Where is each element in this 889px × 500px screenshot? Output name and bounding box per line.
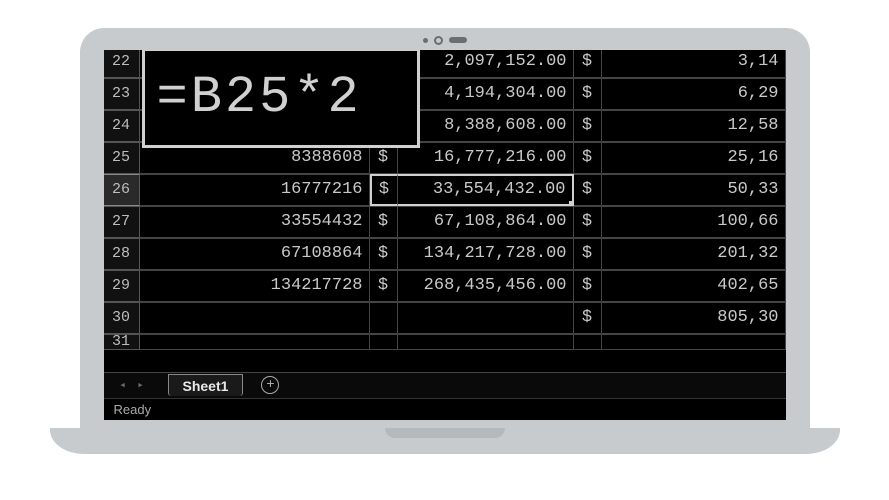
cell-F29[interactable]: 402,65 xyxy=(602,270,786,302)
cam-led-icon xyxy=(423,38,428,43)
cell-C31[interactable] xyxy=(370,334,398,350)
cell-D30[interactable] xyxy=(398,302,574,334)
cell-C28[interactable]: $ xyxy=(370,238,398,270)
cell-F24[interactable]: 12,58 xyxy=(602,110,786,142)
cell-D23[interactable]: 4,194,304.00 xyxy=(398,78,574,110)
table-row: 2867108864$134,217,728.00$201,32 xyxy=(104,238,786,270)
cell-D22[interactable]: 2,097,152.00 xyxy=(398,50,574,78)
cell-E30[interactable]: $ xyxy=(574,302,602,334)
cell-F23[interactable]: 6,29 xyxy=(602,78,786,110)
cell-B26[interactable]: 16777216 xyxy=(140,174,370,206)
cell-F30[interactable]: 805,30 xyxy=(602,302,786,334)
cell-C29[interactable]: $ xyxy=(370,270,398,302)
add-sheet-button[interactable]: + xyxy=(261,376,279,394)
table-row: 30 $805,30 xyxy=(104,302,786,334)
formula-overlay: =B25*2 xyxy=(142,50,420,148)
cell-F28[interactable]: 201,32 xyxy=(602,238,786,270)
tab-nav-next[interactable]: ▸ xyxy=(132,378,150,392)
cell-D29[interactable]: 268,435,456.00 xyxy=(398,270,574,302)
cell-C30[interactable] xyxy=(370,302,398,334)
row-header[interactable]: 23 xyxy=(104,78,140,110)
cell-F31[interactable] xyxy=(602,334,786,350)
cell-D26[interactable]: 33,554,432.00 xyxy=(398,174,574,206)
cell-B30[interactable] xyxy=(140,302,370,334)
table-row: 29134217728$268,435,456.00$402,65 xyxy=(104,270,786,302)
cell-B31[interactable] xyxy=(140,334,370,350)
table-row: 31 xyxy=(104,334,786,350)
cell-F22[interactable]: 3,14 xyxy=(602,50,786,78)
row-header[interactable]: 27 xyxy=(104,206,140,238)
screen: 222,097,152.00$3,14234,194,304.00$6,2924… xyxy=(104,50,786,420)
cell-F26[interactable]: 50,33 xyxy=(602,174,786,206)
cell-E25[interactable]: $ xyxy=(574,142,602,174)
cell-D28[interactable]: 134,217,728.00 xyxy=(398,238,574,270)
cell-E29[interactable]: $ xyxy=(574,270,602,302)
table-row: 2616777216$33,554,432.00$50,33 xyxy=(104,174,786,206)
row-header[interactable]: 26 xyxy=(104,174,140,206)
cell-E26[interactable]: $ xyxy=(574,174,602,206)
laptop-body: 222,097,152.00$3,14234,194,304.00$6,2924… xyxy=(80,28,810,428)
fill-handle[interactable] xyxy=(569,201,574,206)
cell-F25[interactable]: 25,16 xyxy=(602,142,786,174)
row-header[interactable]: 28 xyxy=(104,238,140,270)
sheet-tab-active[interactable]: Sheet1 xyxy=(168,374,244,396)
sensor-icon xyxy=(449,37,467,43)
tab-nav-prev[interactable]: ◂ xyxy=(114,378,132,392)
table-row: 2733554432$67,108,864.00$100,66 xyxy=(104,206,786,238)
cell-D24[interactable]: 8,388,608.00 xyxy=(398,110,574,142)
laptop-base xyxy=(50,428,840,454)
row-header[interactable]: 25 xyxy=(104,142,140,174)
cell-E31[interactable] xyxy=(574,334,602,350)
cell-E28[interactable]: $ xyxy=(574,238,602,270)
row-header[interactable]: 22 xyxy=(104,50,140,78)
sheet-tab-bar: ◂ ▸ Sheet1 + xyxy=(104,372,786,398)
cell-D27[interactable]: 67,108,864.00 xyxy=(398,206,574,238)
webcam-cluster xyxy=(423,36,467,45)
cell-E23[interactable]: $ xyxy=(574,78,602,110)
cell-E22[interactable]: $ xyxy=(574,50,602,78)
cell-C26[interactable]: $ xyxy=(370,174,398,206)
cell-B27[interactable]: 33554432 xyxy=(140,206,370,238)
row-header[interactable]: 30 xyxy=(104,302,140,334)
row-header[interactable]: 31 xyxy=(104,334,140,350)
cell-F27[interactable]: 100,66 xyxy=(602,206,786,238)
cell-C27[interactable]: $ xyxy=(370,206,398,238)
cell-B29[interactable]: 134217728 xyxy=(140,270,370,302)
row-header[interactable]: 24 xyxy=(104,110,140,142)
cell-E24[interactable]: $ xyxy=(574,110,602,142)
status-bar: Ready xyxy=(104,398,786,420)
cell-D31[interactable] xyxy=(398,334,574,350)
row-header[interactable]: 29 xyxy=(104,270,140,302)
status-text: Ready xyxy=(114,402,152,417)
webcam-icon xyxy=(434,36,443,45)
cell-E27[interactable]: $ xyxy=(574,206,602,238)
laptop-frame: 222,097,152.00$3,14234,194,304.00$6,2924… xyxy=(50,28,840,473)
cell-D25[interactable]: 16,777,216.00 xyxy=(398,142,574,174)
cell-B28[interactable]: 67108864 xyxy=(140,238,370,270)
